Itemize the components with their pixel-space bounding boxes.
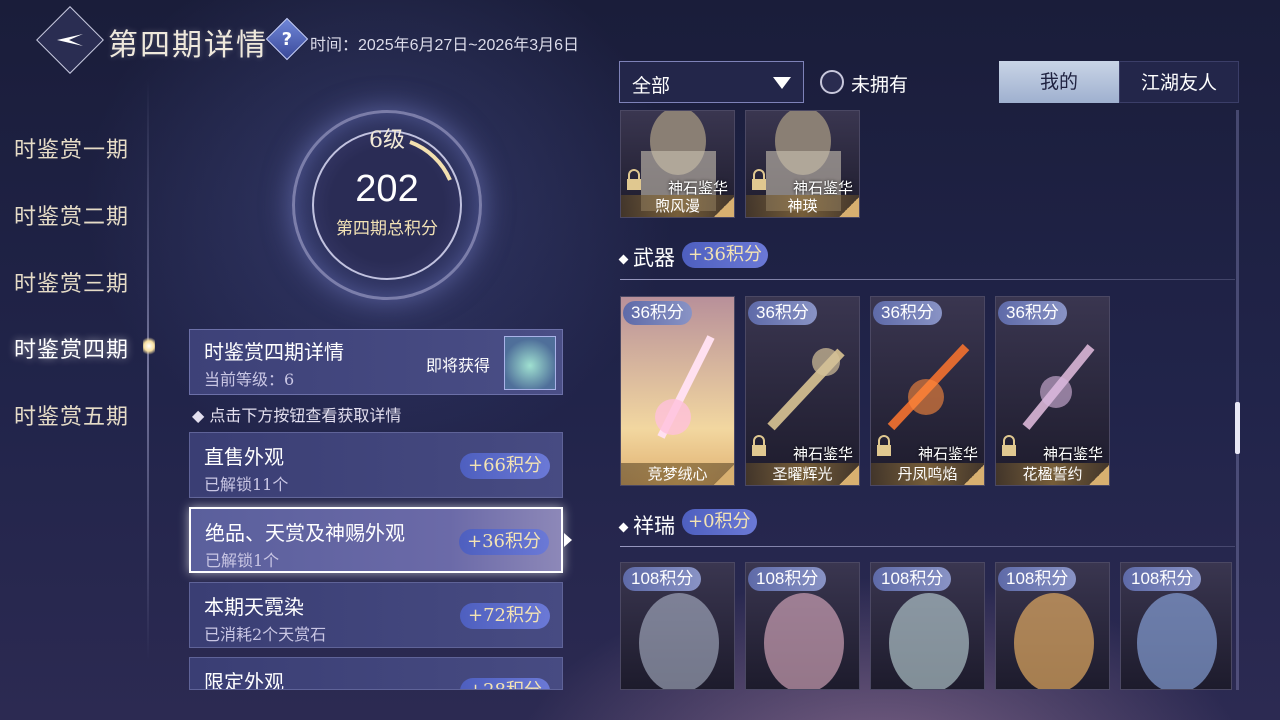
row-title: 限定外观 <box>204 670 284 690</box>
back-arrow-icon <box>57 34 83 46</box>
points-badge: +28积分 <box>460 678 550 689</box>
detail-title: 时鉴赏四期详情 <box>204 340 344 364</box>
unowned-label: 未拥有 <box>851 74 909 96</box>
outfit-card[interactable]: 神石鉴华 煦风漫 <box>620 110 735 218</box>
row-sub: 已消耗2个天赏石 <box>204 625 327 644</box>
weapon-section-title: 武器 <box>618 242 675 272</box>
points-tag: 108积分 <box>998 567 1077 591</box>
nav-item-period-1[interactable]: 时鉴赏一期 <box>14 132 129 164</box>
filter-dropdown[interactable]: 全部 <box>619 61 804 103</box>
points-tag: 108积分 <box>873 567 952 591</box>
lock-icon <box>1002 435 1016 456</box>
soon-label: 即将获得 <box>426 356 491 375</box>
total-points: 202 <box>355 168 419 210</box>
row-sub: 已解锁11个 <box>204 475 289 494</box>
period-detail-card[interactable]: 时鉴赏四期详情 当前等级：6 即将获得 <box>189 329 563 395</box>
next-reward-thumbnail[interactable] <box>504 336 556 390</box>
nav-item-period-5[interactable]: 时鉴赏五期 <box>14 399 129 431</box>
page-title: 第四期详情 <box>108 28 268 63</box>
points-badge: +66积分 <box>460 453 550 479</box>
section-divider <box>620 279 1235 280</box>
mount-card[interactable]: 108积分 <box>745 562 860 690</box>
weapon-card[interactable]: 36积分 神石鉴华 花楹誓约 <box>995 296 1110 486</box>
points-ring: 6级 202 第四期总积分 <box>292 110 482 300</box>
scrollbar-thumb[interactable] <box>1235 402 1240 454</box>
points-badge: +72积分 <box>460 603 550 629</box>
lock-icon <box>877 435 891 456</box>
unowned-radio[interactable] <box>820 70 844 94</box>
row-title: 本期天霓染 <box>204 595 304 619</box>
corner-decoration <box>839 465 859 485</box>
row-title: 直售外观 <box>204 445 284 469</box>
row-dye[interactable]: 本期天霓染 已消耗2个天赏石 +72积分 <box>189 582 563 648</box>
points-tag: 36积分 <box>873 301 942 325</box>
event-time: 时间：2025年6月27日~2026年3月6日 <box>310 37 580 54</box>
points-tag: 108积分 <box>623 567 702 591</box>
rarity-label: 神石鉴华 <box>1042 445 1103 463</box>
row-title: 绝品、天赏及神赐外观 <box>205 521 405 545</box>
row-direct-sale[interactable]: 直售外观 已解锁11个 +66积分 <box>189 432 563 498</box>
weapon-card[interactable]: 36积分 神石鉴华 丹凤鸣焰 <box>870 296 985 486</box>
lock-icon <box>627 169 641 190</box>
filter-value: 全部 <box>632 75 671 97</box>
selected-arrow-icon <box>564 533 572 547</box>
back-button[interactable] <box>36 6 104 74</box>
weapon-card[interactable]: 36积分 竞梦绒心 <box>620 296 735 486</box>
points-tag: 36积分 <box>623 301 692 325</box>
lock-icon <box>752 435 766 456</box>
hint-text: ◆ 点击下方按钮查看获取详情 <box>192 406 402 425</box>
points-tag: 108积分 <box>1123 567 1202 591</box>
outfit-card[interactable]: 神石鉴华 神瑛 <box>745 110 860 218</box>
points-badge: +36积分 <box>459 529 549 555</box>
rarity-label: 神石鉴华 <box>917 445 978 463</box>
section-divider <box>620 546 1235 547</box>
chevron-down-icon <box>773 77 791 89</box>
row-limited[interactable]: 限定外观 +28积分 <box>189 657 563 690</box>
lock-icon <box>752 169 766 190</box>
weapon-card[interactable]: 36积分 神石鉴华 圣曜辉光 <box>745 296 860 486</box>
nav-item-period-2[interactable]: 时鉴赏二期 <box>14 199 129 231</box>
tab-mine[interactable]: 我的 <box>999 61 1119 103</box>
points-tag: 108积分 <box>748 567 827 591</box>
corner-decoration <box>1089 465 1109 485</box>
active-nav-marker <box>143 335 155 357</box>
total-points-label: 第四期总积分 <box>336 219 438 239</box>
current-level: 当前等级：6 <box>204 370 295 389</box>
points-tag: 36积分 <box>748 301 817 325</box>
mount-card[interactable]: 108积分 <box>620 562 735 690</box>
level-label: 6级 <box>369 128 405 153</box>
corner-decoration <box>839 197 859 217</box>
row-sub: 已解锁1个 <box>205 551 280 570</box>
nav-item-period-3[interactable]: 时鉴赏三期 <box>14 266 129 298</box>
corner-decoration <box>714 465 734 485</box>
rarity-label: 神石鉴华 <box>792 445 853 463</box>
question-icon: ? <box>281 28 293 50</box>
nav-divider <box>147 80 149 660</box>
tab-friends[interactable]: 江湖友人 <box>1119 61 1239 103</box>
nav-item-period-4[interactable]: 时鉴赏四期 <box>14 332 129 364</box>
points-tag: 36积分 <box>998 301 1067 325</box>
auspicious-section-title: 祥瑞 <box>618 510 675 540</box>
weapon-art <box>655 335 715 439</box>
corner-decoration <box>964 465 984 485</box>
scrollbar-track[interactable] <box>1236 110 1239 690</box>
row-premium-outfits[interactable]: 绝品、天赏及神赐外观 已解锁1个 +36积分 <box>189 507 563 573</box>
mount-card[interactable]: 108积分 <box>1120 562 1232 690</box>
weapon-points-badge: +36积分 <box>682 242 768 268</box>
auspicious-points-badge: +0积分 <box>682 509 757 535</box>
help-button[interactable]: ? <box>265 17 309 61</box>
mount-card[interactable]: 108积分 <box>870 562 985 690</box>
corner-decoration <box>714 197 734 217</box>
mount-card[interactable]: 108积分 <box>995 562 1110 690</box>
